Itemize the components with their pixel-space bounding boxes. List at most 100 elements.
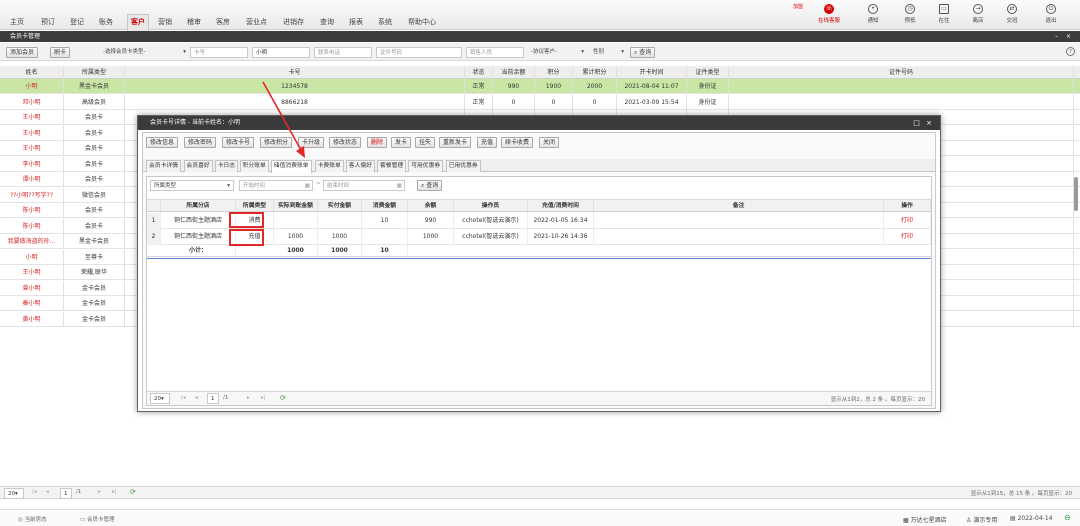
tab-available-coupons[interactable]: 可用优惠券	[408, 160, 444, 172]
edit-points-button[interactable]: 修改积分	[260, 137, 293, 148]
sales-input[interactable]: 销售人员	[466, 47, 524, 58]
issue-card-button[interactable]: 发卡	[391, 137, 412, 148]
window-controls[interactable]: – ×	[1055, 31, 1074, 42]
tab-package-mgmt[interactable]: 套餐管理	[377, 160, 407, 172]
tool-shift[interactable]: ⇄ 交班	[998, 4, 1026, 24]
dialog-page-input[interactable]: 1	[207, 393, 219, 404]
tab-stored-value-bill[interactable]: 储值消费账单	[270, 160, 312, 173]
nav-item-outlet[interactable]: 营业点	[246, 17, 267, 27]
tab-used-coupons[interactable]: 已用优惠券	[445, 160, 481, 172]
next-page-icon[interactable]: ▸	[247, 395, 250, 401]
first-page-icon[interactable]: |◂	[32, 489, 37, 495]
highlight-consume	[229, 212, 264, 228]
swipe-card-button[interactable]: 刷卡	[50, 47, 71, 58]
edit-info-button[interactable]: 修改信息	[146, 137, 179, 148]
upgrade-card-button[interactable]: 卡升级	[298, 137, 325, 148]
card-type-select[interactable]: -选择会员卡类型- ▾	[100, 47, 188, 58]
col-operator: 操作员	[454, 200, 528, 213]
dialog-window-controls[interactable]: □ ×	[913, 116, 934, 130]
search-button[interactable]: ⌕ 查询	[630, 47, 656, 58]
nav-item-customer[interactable]: 客户	[127, 14, 149, 32]
statement-row[interactable]: 1 铜仁西街主题酒店 消费 10 990 cchotel(智选云演示) 2022-01-05…	[147, 213, 931, 229]
refresh-icon[interactable]: ⟳	[130, 488, 136, 496]
nav-item-checkin[interactable]: 登记	[70, 17, 84, 27]
nav-item-marketing[interactable]: 营销	[158, 17, 172, 27]
card-no-input[interactable]: 卡号	[190, 47, 248, 58]
tool-in-house[interactable]: ▭ 在住	[930, 4, 958, 24]
edit-status-button[interactable]: 修改状态	[329, 137, 362, 148]
nav-item-system[interactable]: 系统	[378, 17, 392, 27]
cell-open-time: 2021-08-04 11:07	[617, 79, 687, 94]
name-input[interactable]: 小明	[252, 47, 310, 58]
tool-online-service[interactable]: ☏ 在线客服	[815, 4, 843, 24]
nav-item-reserve[interactable]: 预订	[41, 17, 55, 27]
edit-password-button[interactable]: 修改密码	[184, 137, 217, 148]
prev-page-icon[interactable]: ◂	[195, 395, 198, 401]
dialog-search-button[interactable]: ⌕ 查询	[417, 180, 443, 191]
nav-item-help[interactable]: 帮助中心	[408, 17, 436, 27]
first-page-icon[interactable]: |◂	[181, 395, 186, 401]
nav-item-rooms[interactable]: 客房	[216, 17, 230, 27]
grid-header: 姓名 所属类型 卡号 状态 当前余额 积分 累计积分 开卡时间 证件类型 证件号…	[0, 66, 1080, 79]
edit-card-no-button[interactable]: 修改卡号	[222, 137, 255, 148]
search-icon: ⌕	[634, 49, 638, 56]
help-icon[interactable]: ?	[1066, 47, 1075, 56]
tab-card-detail[interactable]: 会员卡详情	[146, 160, 181, 172]
page-input[interactable]: 1	[60, 488, 72, 499]
nav-item-audit[interactable]: 稽审	[187, 17, 201, 27]
col-index	[147, 200, 161, 213]
refresh-icon[interactable]: ⟳	[280, 394, 286, 402]
report-loss-button[interactable]: 挂失	[415, 137, 436, 148]
start-time-input[interactable]: 开始时间 ▦	[239, 180, 313, 191]
cell-remark	[594, 229, 884, 245]
table-row[interactable]: 邓小明 高级会员 8866218 正常 0 0 0 2021-03-09 15:54 身份证	[0, 94, 1080, 110]
recharge-button[interactable]: 充值	[477, 137, 498, 148]
dialog-page-size-select[interactable]: 20▾	[150, 393, 170, 404]
tab-card-log[interactable]: 卡日志	[214, 160, 239, 172]
tool-arrival[interactable]: ◷ 预抵	[896, 4, 924, 24]
prev-page-icon[interactable]: ◂	[46, 489, 49, 495]
col-points: 积分	[535, 66, 573, 79]
reissue-card-button[interactable]: 重新发卡	[439, 137, 472, 148]
end-time-input[interactable]: 结束时间 ▦	[323, 180, 405, 191]
gender-select[interactable]: 性别 ▾	[590, 47, 626, 58]
nav-item-query[interactable]: 查询	[320, 17, 334, 27]
page-size-select[interactable]: 20▾	[4, 488, 24, 499]
clock-icon: ◷	[905, 4, 915, 14]
current-room-tab[interactable]: ◎ 当前房态	[18, 515, 47, 523]
exit-arrow-icon: →	[973, 4, 983, 14]
tool-departure[interactable]: → 离店	[964, 4, 992, 24]
last-page-icon[interactable]: ▸|	[261, 395, 266, 401]
cell-status: 正常	[465, 94, 493, 110]
agreement-select[interactable]: -协议客户- ▾	[528, 47, 586, 58]
cell-remain: 990	[408, 213, 454, 229]
next-page-icon[interactable]: ▸	[98, 489, 101, 495]
type-select[interactable]: 所属类型 ▾	[150, 180, 234, 191]
nav-item-accounts[interactable]: 账务	[99, 17, 113, 27]
nav-item-inventory[interactable]: 进销存	[283, 17, 304, 27]
member-mgmt-tab[interactable]: ▭ 会员卡管理	[80, 515, 114, 523]
nav-item-reports[interactable]: 报表	[349, 17, 363, 27]
renew-fee-button[interactable]: 续卡收费	[501, 137, 534, 148]
phone-input[interactable]: 联系电话	[314, 47, 372, 58]
last-page-icon[interactable]: ▸|	[112, 489, 117, 495]
delete-button[interactable]: 删除	[367, 137, 388, 148]
tab-points-bill[interactable]: 积分账单	[239, 160, 269, 172]
nav-item-home[interactable]: 主页	[10, 17, 24, 27]
id-no-input[interactable]: 证件号码	[376, 47, 462, 58]
print-link[interactable]: 打印	[884, 213, 931, 229]
tab-preferences[interactable]: 会员喜好	[183, 160, 213, 172]
logout-toggle-icon[interactable]: ⊖	[1064, 513, 1071, 522]
close-button[interactable]: 关闭	[539, 137, 560, 148]
tab-card-fee-bill[interactable]: 卡费账单	[314, 160, 344, 172]
tool-logout[interactable]: ⏻ 退出	[1037, 4, 1065, 24]
add-member-button[interactable]: 添加会员	[6, 47, 39, 58]
dialog-pager: 20▾ |◂ ◂ 1 /1 ▸ ▸| ⟳ 显示从1到2，总 2 条 。每页显示：…	[147, 391, 931, 405]
tab-guest-preference[interactable]: 客人偏好	[345, 160, 375, 172]
table-row[interactable]: 小明 黑金卡会员 1234578 正常 990 1900 2000 2021-08-04 11…	[0, 79, 1080, 94]
dialog-title-bar: 会员卡号详情 - 当前卡姓名：小明 □ ×	[138, 116, 940, 130]
statement-row[interactable]: 2 铜仁西街主题酒店 充值 1000 1000 1000 cchotel(智选云演示) 202…	[147, 229, 931, 245]
print-link[interactable]: 打印	[884, 229, 931, 245]
vertical-scrollbar[interactable]	[1074, 177, 1078, 211]
tool-notice[interactable]: • 通知	[859, 4, 887, 24]
